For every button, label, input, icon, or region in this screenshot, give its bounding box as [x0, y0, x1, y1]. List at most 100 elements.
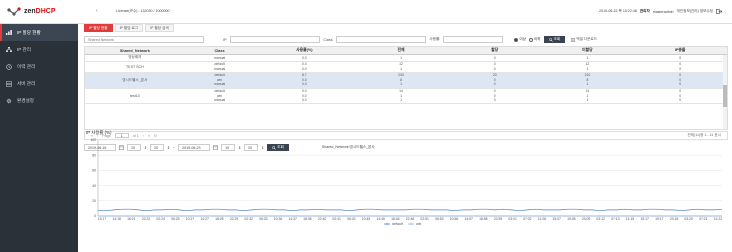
x-tick-label: 03:20 — [684, 217, 693, 221]
radio-below[interactable]: 이하 — [528, 37, 541, 42]
conflict-cell: 000 — [633, 73, 727, 88]
conflict-cell-value: 0 — [679, 66, 682, 71]
total-cell-value: 1 — [400, 66, 402, 71]
usage-filter-input[interactable] — [443, 36, 504, 43]
usage-cell-value: 0.0 — [301, 66, 307, 71]
network-name-cell: test10 — [129, 93, 140, 98]
network-name-cell: 영시드헬스_본사 — [122, 77, 148, 82]
col-free[interactable]: 미할당 — [542, 47, 634, 54]
current-datetime: 2019-06-22 목 10:22:48 — [599, 9, 637, 13]
x-tick-label: 14:27 — [200, 217, 209, 221]
col-total[interactable]: 전체 — [354, 47, 448, 54]
free-cell-value: 1 — [586, 55, 589, 60]
user-role: 관리자 — [639, 9, 650, 13]
assigned-cell: 00 — [448, 62, 542, 72]
user-settings-link[interactable]: 개인정보(관리) 정보수정 — [677, 9, 713, 14]
ip-filter-input[interactable] — [230, 36, 321, 43]
x-tick-label: 02:51 — [420, 217, 429, 221]
table-row[interactable]: 영상회의 manual 0.0 1 0 1 0 — [85, 55, 727, 62]
x-tick-label: 15:17 — [640, 217, 649, 221]
x-tick-label: 19:08 — [567, 217, 576, 221]
conflict-cell-value: 0 — [679, 82, 682, 87]
x-tick-label: 18:58 — [479, 217, 488, 221]
usage-cell: 0.0 — [254, 55, 354, 61]
sidebar-item-label: 서버 관리 — [17, 80, 36, 86]
radio-above[interactable]: 이상 — [514, 37, 526, 42]
x-tick-label: 18:38 — [303, 217, 312, 221]
logo-icon — [7, 6, 21, 16]
y-tick-label: 80 — [92, 153, 96, 157]
usage-chart-svg: 0 20 40 60 80 100 15:17 14:18 16:21 22:22 02:24 06:… — [90, 138, 722, 226]
col-class[interactable]: Class — [185, 47, 255, 54]
assigned-cell-value: 0 — [493, 82, 496, 87]
network-name-cell: TEST SCH — [125, 64, 144, 69]
x-tick-label: 22:40 — [318, 217, 327, 221]
total-cell: 14 1 1 — [354, 89, 448, 104]
logout-icon[interactable] — [716, 9, 722, 14]
tab-ip-status[interactable]: IP 할당 현황 — [84, 24, 113, 32]
sidebar-item-server[interactable]: 서버 관리 — [0, 75, 78, 92]
y-tick-label: 100 — [90, 138, 96, 142]
x-tick-label: 03:12 — [596, 217, 605, 221]
conflict-cell: 00 — [633, 62, 727, 72]
assigned-cell-value: 0 — [493, 55, 496, 60]
sidebar-item-history[interactable]: 이력 관리 — [0, 58, 78, 75]
sidebar-item-ip-status[interactable]: IP 할당 현황 — [0, 24, 78, 41]
x-tick-label: 11:06 — [538, 217, 546, 221]
table-row[interactable]: 영시드헬스_본사 default win manual 8.7 0.0 0.0 230 8 1 20… — [85, 72, 727, 89]
x-tick-label: 06:53 — [435, 217, 444, 221]
network-filter-input[interactable]: Shared Network — [84, 36, 204, 43]
assigned-cell: 000 — [448, 89, 542, 104]
user-area: 2019-06-22 목 10:22:48 관리자 masteradmin 개인… — [599, 9, 722, 14]
download-icon — [571, 37, 576, 42]
usage-chart: 0 20 40 60 80 100 15:17 14:18 16:21 22:22 02:24 06:… — [84, 136, 728, 228]
x-tick-label: 19:17 — [655, 217, 664, 221]
sidebar-item-ip-manage[interactable]: IP 관리 — [0, 41, 78, 58]
x-tick-label: 06:33 — [259, 217, 268, 221]
search-button[interactable]: 조회 — [543, 36, 566, 43]
tab-ip-search[interactable]: IP 할당 검색 — [145, 24, 174, 32]
scrollbar-thumb[interactable] — [723, 85, 727, 107]
tab-ip-log[interactable]: IP 할당 로그 — [114, 24, 144, 32]
col-assigned[interactable]: 할당 — [448, 47, 542, 54]
x-tick-label: 22:48 — [406, 217, 415, 221]
history-icon — [5, 63, 13, 70]
sidebar-item-label: IP 관리 — [17, 46, 31, 52]
assigned-cell: 0 — [448, 55, 542, 61]
col-usage[interactable]: 사용률(%) — [254, 47, 354, 54]
class-cell: default win manual — [185, 73, 255, 88]
network-name-cell: 영상회의 — [128, 55, 142, 60]
excel-download-button[interactable]: 엑셀 다운로드 — [568, 36, 600, 43]
class-filter-input[interactable] — [336, 36, 427, 43]
top-bar: zenDHCP ‹ License(IP수) : 132030 / 100000… — [0, 0, 732, 24]
logo[interactable]: zenDHCP — [6, 6, 64, 17]
assigned-cell-value: 0 — [493, 98, 496, 103]
total-cell-value: 1 — [400, 55, 402, 60]
x-tick-label: 15:07 — [552, 217, 561, 221]
logo-text: zenDHCP — [24, 8, 56, 15]
table-row[interactable]: test10 default win manual 0.0 0.0 0.0 14 1 1 0 0 0 14… — [85, 89, 727, 105]
col-shared-network[interactable]: Shared_Network — [85, 47, 185, 54]
menu-toggle-icon[interactable]: ‹ — [96, 8, 98, 14]
table-row[interactable]: TEST SCH default manual 0.0 0.0 12 1 0 0 12 1 0 0 — [85, 62, 727, 73]
class-cell-value: manual — [214, 55, 226, 60]
x-tick-label: 07:02 — [523, 217, 532, 221]
col-conflict[interactable]: IP충돌 — [633, 47, 727, 54]
network-icon — [5, 47, 13, 52]
total-cell: 230 8 1 — [354, 73, 448, 88]
y-tick-label: 40 — [92, 184, 96, 188]
table-scrollbar[interactable] — [723, 55, 727, 129]
x-tick-label: 10:27 — [186, 217, 195, 221]
free-cell-value: 1 — [586, 82, 589, 87]
free-cell: 210 8 1 — [542, 73, 634, 88]
sidebar: IP 할당 현황 IP 관리 이력 관리 서버 관리 환경설정 — [0, 24, 78, 252]
x-tick-label: 02:32 — [244, 217, 253, 221]
x-tick-label: 14:46 — [376, 217, 385, 221]
x-tick-label: 02:24 — [156, 217, 165, 221]
bar-chart-icon — [5, 30, 13, 35]
sidebar-item-settings[interactable]: 환경설정 — [0, 92, 78, 109]
user-name: masteradmin — [652, 9, 674, 14]
radio-below-label: 이하 — [533, 37, 541, 41]
free-cell-value: 1 — [586, 98, 589, 103]
x-tick-label: 22:59 — [494, 217, 503, 221]
